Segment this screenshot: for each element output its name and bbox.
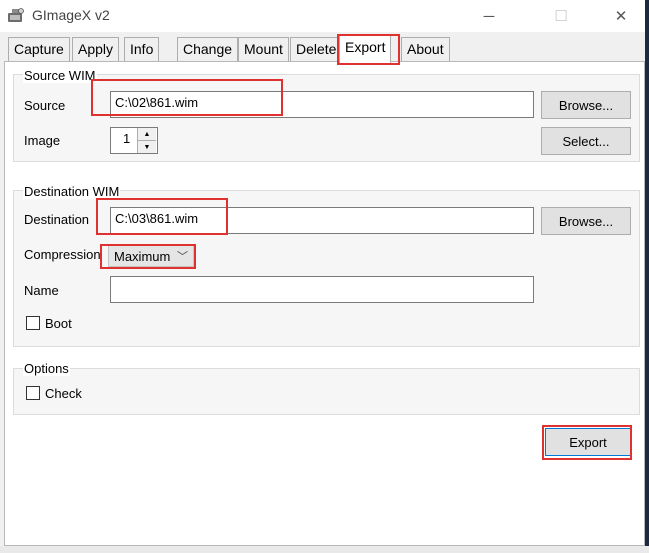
tab-change[interactable]: Change [177,37,239,61]
boot-checkbox[interactable] [26,316,40,330]
chevron-down-icon: ﹀ [177,251,188,263]
minimize-button[interactable]: ─ [466,0,512,32]
maximize-button[interactable]: ☐ [538,0,584,32]
spinner-down-icon[interactable]: ▼ [138,141,156,153]
name-input[interactable] [110,276,534,303]
window-bottom-edge [0,546,649,553]
select-image-button[interactable]: Select... [541,127,631,155]
tab-about[interactable]: About [401,37,450,61]
source-path-input[interactable]: C:\02\861.wim [110,91,534,118]
tab-info[interactable]: Info [124,37,160,61]
destination-path-input[interactable]: C:\03\861.wim [110,207,534,234]
window-title: GImageX v2 [32,7,110,23]
name-label: Name [24,283,59,298]
image-label: Image [24,133,61,148]
tab-delete[interactable]: Delete [290,37,343,61]
destination-wim-group-label: Destination WIM [23,184,121,199]
options-group-label: Options [23,361,70,376]
check-label: Check [45,386,82,401]
tab-mount[interactable]: Mount [238,37,289,61]
compression-selected-value: Maximum [114,248,171,264]
source-browse-button[interactable]: Browse... [541,91,631,119]
image-index-value: 1 [123,131,131,146]
window-edge [645,0,649,553]
source-wim-group-label: Source WIM [23,68,97,83]
gimagex-app-icon [7,7,25,25]
source-label: Source [24,98,66,113]
image-spinner[interactable]: ▲ ▼ [137,128,156,153]
compression-label: Compression [24,247,101,262]
boot-label: Boot [45,316,72,331]
export-button[interactable]: Export [545,428,631,456]
tab-capture[interactable]: Capture [8,37,70,61]
check-checkbox[interactable] [26,386,40,400]
spinner-up-icon[interactable]: ▲ [138,128,156,141]
destination-label: Destination [24,212,90,227]
destination-browse-button[interactable]: Browse... [541,207,631,235]
tab-export[interactable]: Export [339,35,392,63]
compression-dropdown[interactable]: Maximum ﹀ [108,245,194,267]
options-group [13,368,640,415]
close-button[interactable]: ✕ [598,0,644,32]
tab-apply[interactable]: Apply [72,37,120,61]
